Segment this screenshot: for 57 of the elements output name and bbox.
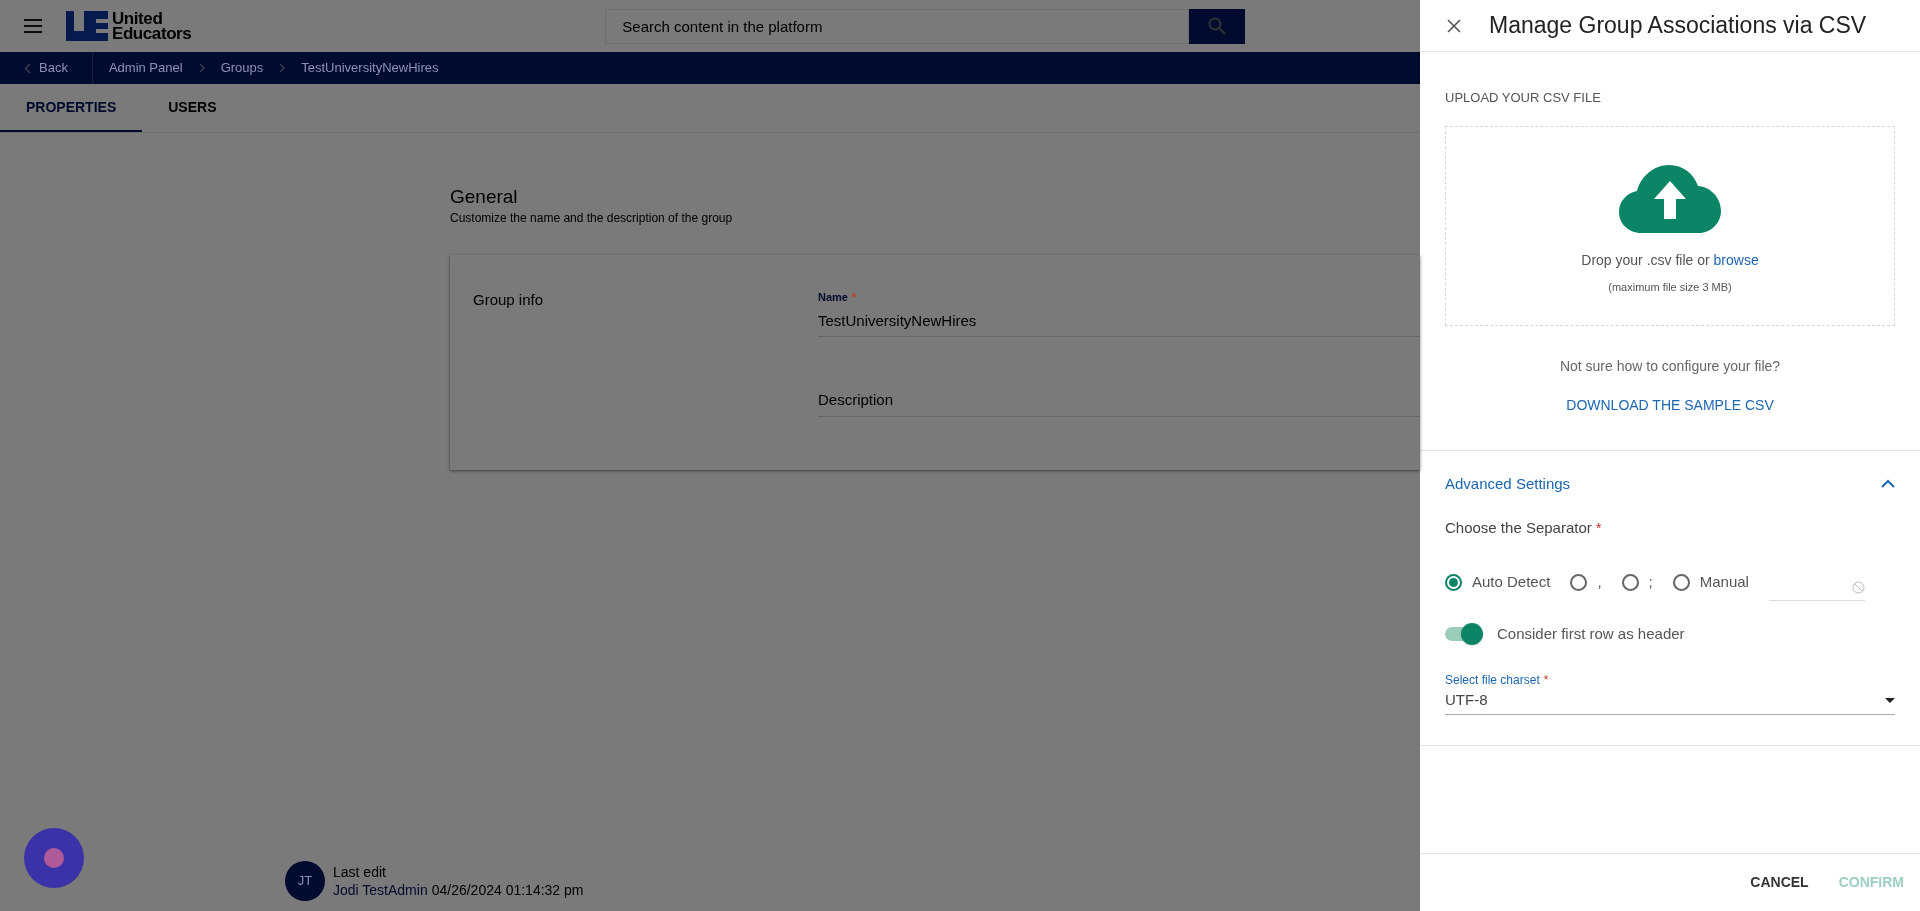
radio-button[interactable] xyxy=(1621,574,1639,591)
panel-title: Manage Group Associations via CSV xyxy=(1489,11,1867,41)
logo-text: United Educators xyxy=(112,11,192,41)
name-field[interactable]: Name * TestUniversityNewHires xyxy=(818,289,1420,337)
chevron-up-icon[interactable] xyxy=(1881,479,1895,489)
section-title: General xyxy=(450,185,519,209)
card-title: Group info xyxy=(473,290,545,310)
last-edit-label: Last edit xyxy=(333,863,387,881)
breadcrumb-item[interactable]: Admin Panel xyxy=(108,58,183,78)
search-button[interactable] xyxy=(1189,8,1246,44)
help-text: Not sure how to configure your file? xyxy=(1558,356,1782,376)
field-label: Name * xyxy=(818,290,858,305)
user-avatar: JT xyxy=(285,861,325,901)
radio-button[interactable] xyxy=(1672,574,1690,591)
radio-label: , xyxy=(1597,572,1602,593)
browse-link[interactable]: browse xyxy=(1713,251,1759,268)
select-value: UTF-8 xyxy=(1445,690,1488,710)
field-value: TestUniversityNewHires xyxy=(818,310,978,331)
radio-label: ; xyxy=(1648,572,1653,593)
logo-icon xyxy=(66,11,108,41)
tab[interactable]: PROPERTIES xyxy=(0,84,143,132)
disabled-icon xyxy=(1851,580,1865,594)
charset-select[interactable]: Select file charset * UTF-8 xyxy=(1445,671,1895,715)
search-icon xyxy=(1208,17,1227,35)
required-mark: * xyxy=(1543,673,1549,687)
toggle-label: Consider first row as header xyxy=(1497,623,1685,644)
advanced-settings-title[interactable]: Advanced Settings xyxy=(1445,472,1571,495)
section-subtitle: Customize the name and the description of the group xyxy=(450,210,734,227)
radio-label: Manual xyxy=(1699,572,1749,593)
select-label: Select file charset * xyxy=(1445,672,1550,689)
dropdown-caret-icon xyxy=(1885,697,1895,703)
radio-button[interactable] xyxy=(1570,574,1588,591)
cloud-upload-icon xyxy=(1619,164,1721,233)
breadcrumb-item[interactable]: TestUniversityNewHires xyxy=(301,58,439,78)
tab[interactable]: USERS xyxy=(142,84,243,132)
edit-timestamp: 04/26/2024 01:14:32 pm xyxy=(431,881,584,899)
download-sample-link[interactable]: DOWNLOAD THE SAMPLE CSV xyxy=(1566,394,1774,416)
chevron-left-icon xyxy=(24,62,31,74)
required-mark: * xyxy=(851,291,857,303)
drop-zone[interactable]: Drop your .csv file or browse (maximum file size 3 MB) xyxy=(1445,125,1895,326)
breadcrumb-item[interactable]: Groups xyxy=(220,58,264,78)
description-field[interactable]: Description xyxy=(818,389,1420,417)
separator-label: Choose the Separator * xyxy=(1445,518,1603,538)
required-mark: * xyxy=(1595,519,1602,536)
user-link[interactable]: Jodi TestAdmin xyxy=(333,881,428,899)
size-note: (maximum file size 3 MB) xyxy=(1608,279,1732,295)
action-button[interactable]: CANCEL xyxy=(1750,872,1809,893)
drop-instructions: Drop your .csv file or browse xyxy=(1581,250,1759,270)
radio-label: Auto Detect xyxy=(1472,572,1551,593)
radio-button[interactable] xyxy=(1445,574,1462,591)
search-field[interactable]: Search content in the platform xyxy=(605,8,1190,44)
back-link[interactable]: Back xyxy=(0,52,93,84)
menu-icon[interactable] xyxy=(24,19,42,33)
close-icon[interactable] xyxy=(1447,18,1461,33)
upload-label: UPLOAD YOUR CSV FILE xyxy=(1445,89,1602,107)
chevron-right-icon xyxy=(198,63,205,73)
chevron-right-icon xyxy=(279,63,286,73)
